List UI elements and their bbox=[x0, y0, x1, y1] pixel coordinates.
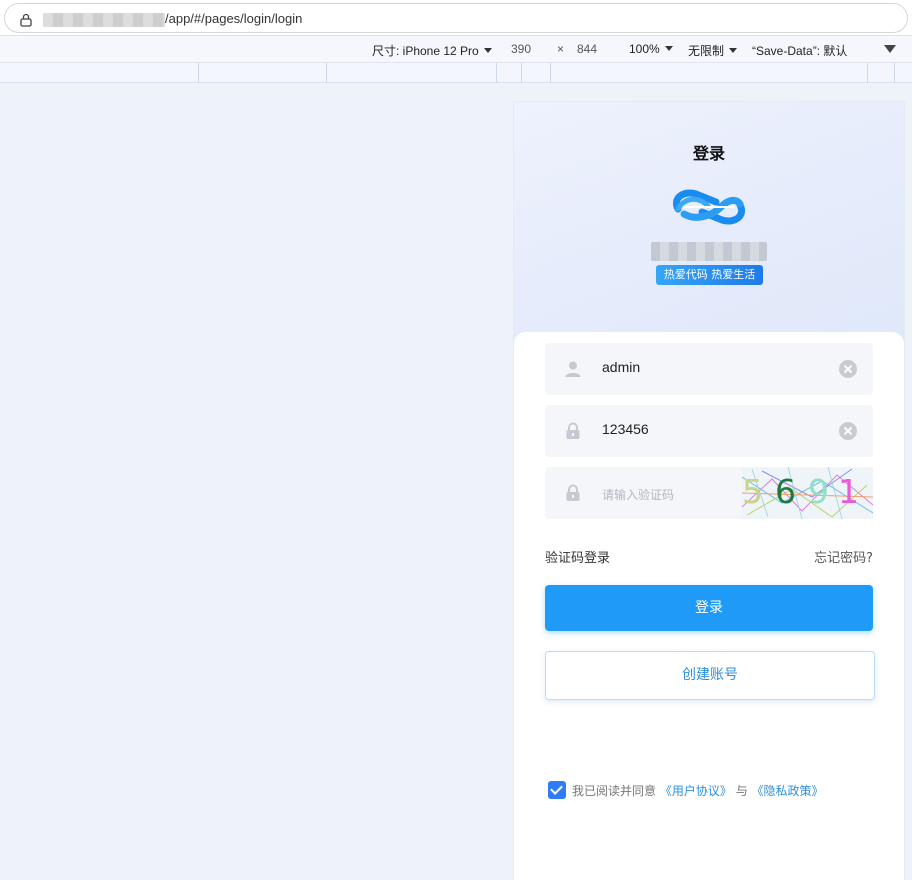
ruler-tick[interactable] bbox=[521, 63, 522, 83]
throttle-label: 无限制 bbox=[688, 44, 725, 58]
page-title: 登录 bbox=[692, 144, 725, 163]
login-form: admin 123456 请输入验证码 5 6 9 1 验证码登录 忘记密码? … bbox=[514, 332, 904, 880]
site-info-icon[interactable] bbox=[19, 13, 33, 27]
app-logo-icon bbox=[673, 189, 745, 225]
dimension-separator: × bbox=[557, 42, 565, 56]
chevron-down-icon bbox=[664, 46, 673, 51]
sms-login-link[interactable]: 验证码登录 bbox=[545, 547, 610, 566]
password-value: 123456 bbox=[602, 421, 649, 437]
agree-and: 与 bbox=[735, 784, 748, 798]
url-field[interactable]: /app/#/pages/login/login bbox=[4, 3, 908, 33]
clear-icon[interactable] bbox=[839, 360, 857, 378]
login-button[interactable]: 登录 bbox=[545, 585, 873, 631]
zoom-select[interactable]: 100% bbox=[629, 42, 673, 56]
username-field[interactable]: admin bbox=[545, 343, 873, 395]
save-data-select[interactable]: “Save-Data”: 默认 bbox=[752, 42, 847, 59]
captcha-image[interactable]: 5 6 9 1 bbox=[742, 467, 873, 519]
captcha-digit: 5 bbox=[742, 472, 763, 511]
device-size-label: 尺寸: iPhone 12 Pro bbox=[372, 44, 479, 58]
create-account-button[interactable]: 创建账号 bbox=[545, 651, 875, 700]
device-height-input[interactable]: 844 bbox=[577, 42, 597, 56]
lock-icon bbox=[566, 484, 580, 501]
ruler-tick[interactable] bbox=[867, 63, 868, 83]
captcha-field[interactable]: 请输入验证码 5 6 9 1 bbox=[545, 467, 873, 519]
device-size-select[interactable]: 尺寸: iPhone 12 Pro bbox=[372, 42, 492, 59]
username-value: admin bbox=[602, 359, 641, 375]
captcha-digit: 6 bbox=[775, 472, 796, 511]
forgot-password-link[interactable]: 忘记密码? bbox=[814, 547, 873, 566]
password-field[interactable]: 123456 bbox=[545, 405, 873, 457]
agree-prefix: 我已阅读并同意 bbox=[572, 784, 657, 798]
ruler-tick[interactable] bbox=[550, 63, 551, 83]
captcha-digit: 1 bbox=[838, 472, 859, 511]
media-query-ruler bbox=[0, 63, 912, 83]
user-icon bbox=[565, 361, 581, 377]
browser-address-bar: /app/#/pages/login/login bbox=[0, 0, 912, 36]
url-text: /app/#/pages/login/login bbox=[165, 11, 303, 26]
device-viewport: 登录 热爱代码 热爱生活 admin 123456 请输入验证码 5 6 9 1… bbox=[513, 101, 905, 880]
slogan-badge: 热爱代码 热爱生活 bbox=[656, 265, 763, 285]
zoom-label: 100% bbox=[629, 42, 660, 56]
captcha-digit: 9 bbox=[808, 472, 829, 511]
lock-icon bbox=[566, 422, 580, 439]
device-toolbar: 尺寸: iPhone 12 Pro 390 × 844 100% 无限制 “Sa… bbox=[0, 36, 912, 63]
user-agreement-link[interactable]: 《用户协议》 bbox=[660, 784, 732, 798]
device-width-input[interactable]: 390 bbox=[511, 42, 531, 56]
ruler-tick[interactable] bbox=[198, 63, 199, 83]
agree-checkbox[interactable] bbox=[548, 781, 566, 799]
ruler-tick[interactable] bbox=[496, 63, 497, 83]
clear-icon[interactable] bbox=[839, 422, 857, 440]
ruler-tick[interactable] bbox=[326, 63, 327, 83]
privacy-policy-link[interactable]: 《隐私政策》 bbox=[752, 784, 824, 798]
url-host-redacted bbox=[43, 13, 165, 27]
throttle-select[interactable]: 无限制 bbox=[688, 42, 738, 59]
captcha-placeholder: 请输入验证码 bbox=[602, 488, 675, 502]
more-options-icon[interactable] bbox=[884, 45, 896, 53]
login-header: 登录 热爱代码 热爱生活 bbox=[514, 102, 904, 347]
app-name-redacted bbox=[651, 242, 767, 261]
chevron-down-icon bbox=[729, 48, 738, 53]
ruler-tick[interactable] bbox=[894, 63, 895, 83]
chevron-down-icon bbox=[483, 48, 492, 53]
